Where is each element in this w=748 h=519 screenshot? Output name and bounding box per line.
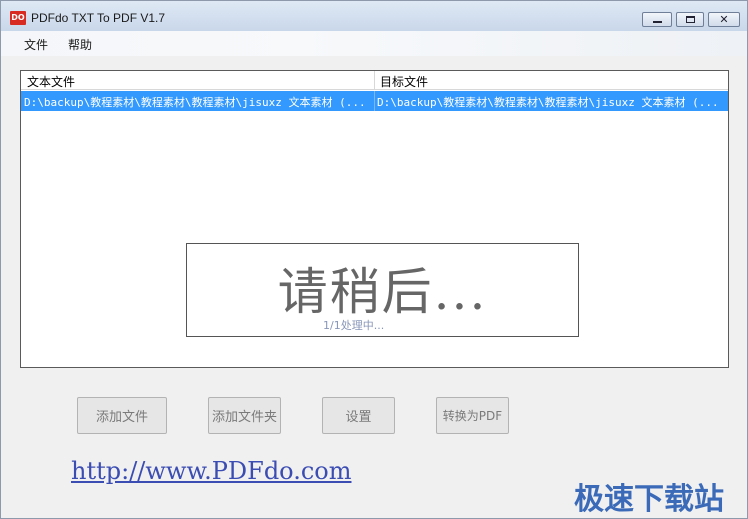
menu-bar: 文件 帮助	[1, 31, 747, 56]
list-row[interactable]: D:\backup\教程素材\教程素材\教程素材\jisuxz 文本素材 (..…	[21, 91, 728, 111]
minimize-button[interactable]	[642, 12, 672, 27]
close-button[interactable]: ✕	[708, 12, 740, 27]
cell-divider	[374, 91, 375, 111]
list-header: 文本文件 目标文件	[21, 71, 728, 90]
add-folder-button[interactable]: 添加文件夹	[208, 397, 281, 434]
add-file-button[interactable]: 添加文件	[77, 397, 167, 434]
close-icon: ✕	[719, 13, 729, 26]
window-title: PDFdo TXT To PDF V1.7	[31, 11, 166, 25]
column-divider[interactable]	[374, 71, 375, 90]
maximize-icon	[685, 16, 695, 23]
progress-status: 1/1处理中...	[323, 319, 385, 332]
maximize-button[interactable]	[676, 12, 704, 27]
app-icon: DO	[10, 11, 26, 25]
column-header-source[interactable]: 文本文件	[27, 73, 75, 90]
minimize-icon	[652, 21, 662, 23]
source-file-cell: D:\backup\教程素材\教程素材\教程素材\jisuxz 文本素材 (..…	[24, 96, 366, 109]
watermark-logo: 极速下载站	[574, 482, 724, 517]
menu-help[interactable]: 帮助	[68, 36, 92, 53]
target-file-cell: D:\backup\教程素材\教程素材\教程素材\jisuxz 文本素材 (..…	[377, 96, 719, 109]
menu-file[interactable]: 文件	[24, 36, 48, 53]
wait-message: 请稍后...	[277, 263, 488, 321]
convert-to-pdf-button[interactable]: 转换为PDF	[436, 397, 509, 434]
settings-button[interactable]: 设置	[322, 397, 395, 434]
website-link[interactable]: http://www.PDFdo.com	[71, 457, 352, 485]
app-window: DO PDFdo TXT To PDF V1.7 ✕ 文件 帮助 文本文件 目标…	[0, 0, 748, 519]
title-bar[interactable]: DO PDFdo TXT To PDF V1.7 ✕	[1, 1, 747, 31]
wait-dialog: 请稍后... 1/1处理中...	[186, 243, 579, 337]
column-header-target[interactable]: 目标文件	[380, 73, 428, 90]
